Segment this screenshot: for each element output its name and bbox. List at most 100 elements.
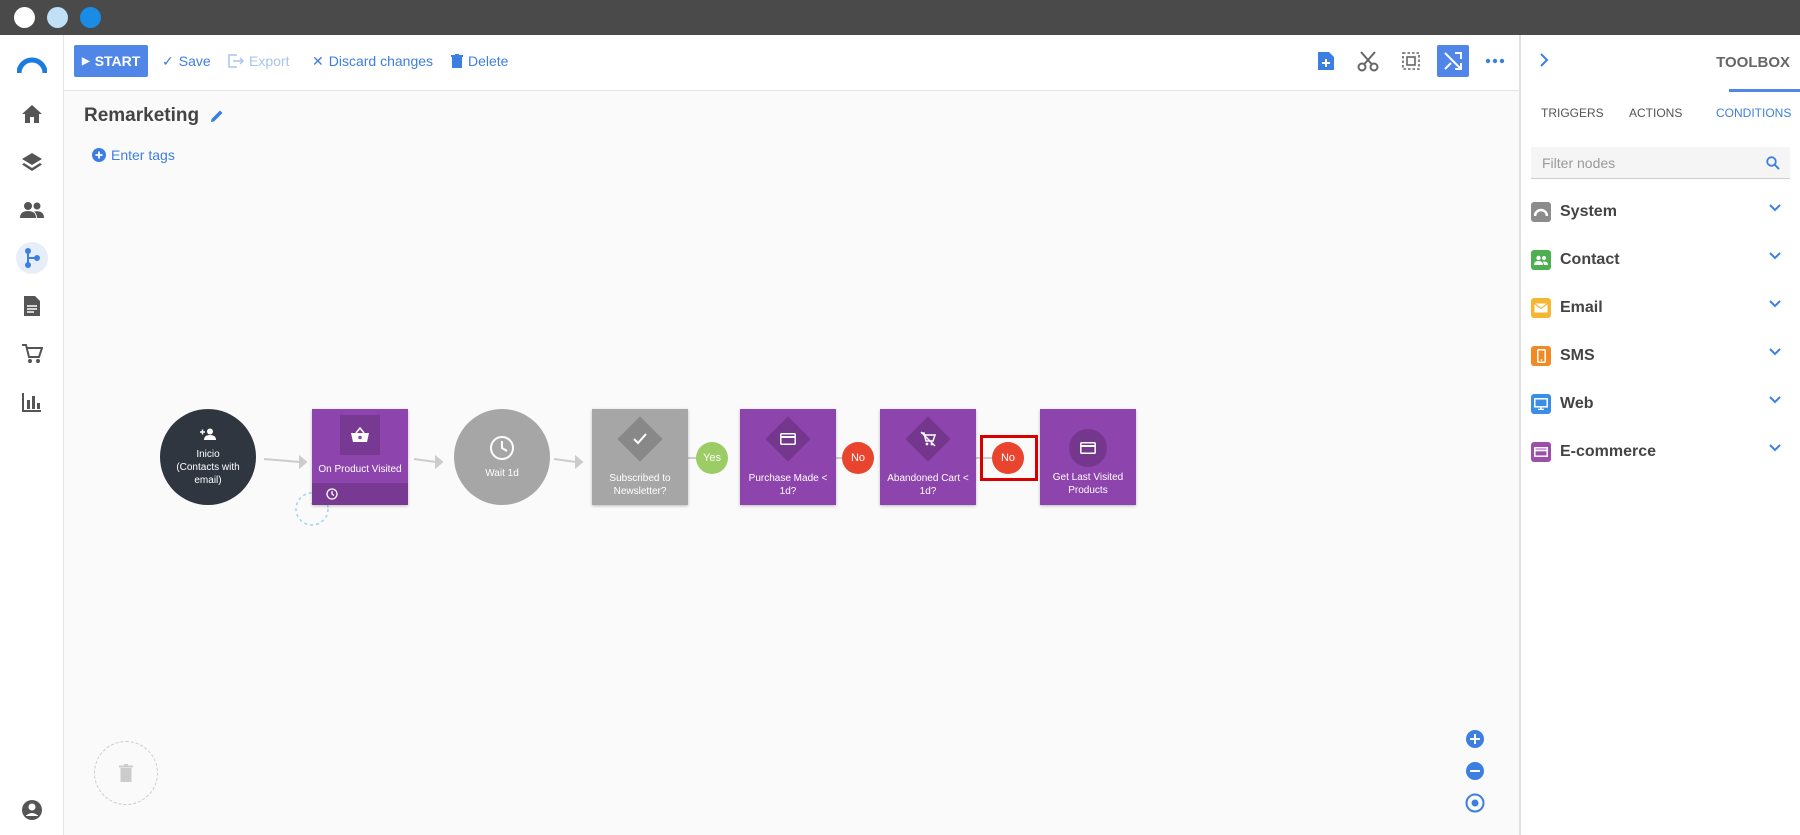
delete-label: Delete [468, 53, 509, 69]
filter-placeholder: Filter nodes [1542, 154, 1616, 171]
subscribed-node-label: Subscribed to Newsletter? [609, 473, 671, 497]
yes-text: Yes [703, 452, 721, 464]
no-branch-label-2[interactable]: No [992, 442, 1024, 474]
add-note-icon[interactable] [1310, 45, 1342, 77]
flows-icon[interactable] [16, 242, 48, 274]
clock-icon [490, 435, 514, 460]
wait-node[interactable]: Wait 1d [454, 409, 550, 505]
wait-node-label: Wait 1d [485, 467, 519, 479]
remove-cart-icon [905, 416, 951, 462]
yes-branch-label[interactable]: Yes [696, 442, 728, 474]
abandoned-cart-node[interactable]: Abandoned Cart < 1d? [880, 409, 976, 505]
layers-icon[interactable] [16, 146, 48, 178]
discard-label: Discard changes [328, 53, 434, 69]
monitor-icon [1531, 394, 1551, 414]
shuffle-layout-icon[interactable] [1437, 45, 1469, 77]
contact-icon [1531, 250, 1551, 270]
analytics-icon[interactable] [16, 386, 48, 418]
toolbox-title: TOOLBOX [1716, 54, 1790, 71]
trash-icon [451, 54, 463, 68]
document-icon[interactable] [16, 290, 48, 322]
start-label: START [94, 53, 141, 69]
purchase-node-label: Purchase Made < 1d? [748, 473, 828, 497]
category-label: System [1560, 203, 1617, 220]
tab-actions[interactable]: ACTIONS [1629, 106, 1682, 120]
credit-card-icon [1531, 442, 1551, 462]
category-email[interactable]: Email [1531, 293, 1790, 323]
flow-canvas[interactable]: Remarketing Enter tags Inicio (Contacts … [64, 91, 1519, 835]
category-web[interactable]: Web [1531, 389, 1790, 419]
email-icon [1531, 298, 1551, 318]
category-label: SMS [1560, 347, 1595, 364]
tab-conditions[interactable]: CONDITIONS [1716, 106, 1791, 120]
category-contact[interactable]: Contact [1531, 245, 1790, 275]
subscribed-newsletter-node[interactable]: Subscribed to Newsletter? [592, 409, 688, 505]
more-options-icon[interactable] [1479, 45, 1511, 77]
toolbox-panel: TOOLBOX TRIGGERS ACTIONS CONDITIONS Filt… [1519, 35, 1800, 835]
chevron-down-icon [1769, 444, 1781, 452]
zoom-out-icon[interactable] [1465, 761, 1485, 781]
delete-button[interactable]: Delete [451, 45, 508, 77]
scissors-icon[interactable] [1352, 45, 1384, 77]
credit-card-icon [1069, 429, 1107, 467]
export-button[interactable]: Export [228, 45, 289, 77]
filter-nodes-input[interactable]: Filter nodes [1531, 147, 1790, 179]
no-branch-label-1[interactable]: No [842, 442, 874, 474]
no-text-2: No [1000, 452, 1016, 464]
check-icon [617, 416, 663, 462]
discard-changes-button[interactable]: ✕ Discard changes [312, 45, 433, 77]
tab-triggers[interactable]: TRIGGERS [1541, 106, 1604, 120]
chevron-down-icon [1769, 204, 1781, 212]
start-node-label: Inicio (Contacts with email) [176, 448, 240, 486]
chevron-down-icon [1769, 300, 1781, 308]
left-nav-rail [0, 35, 64, 835]
on-product-visited-label: On Product Visited [318, 464, 402, 475]
category-system[interactable]: System [1531, 197, 1790, 227]
system-icon [1531, 202, 1551, 222]
window-minimize-dot[interactable] [47, 7, 68, 28]
trash-icon [119, 764, 133, 782]
collapse-panel-icon[interactable] [1539, 53, 1549, 67]
center-view-icon[interactable] [1465, 793, 1485, 813]
cart-icon[interactable] [16, 338, 48, 370]
zoom-in-icon[interactable] [1465, 729, 1485, 749]
no-text-1: No [850, 452, 866, 464]
category-label: Web [1560, 395, 1594, 412]
editor-toolbar: ▶ START ✓ Save Export ✕ Discard changes … [64, 35, 1519, 91]
category-label: E-commerce [1560, 443, 1657, 460]
get-last-visited-node[interactable]: Get Last Visited Products [1040, 409, 1136, 505]
category-label: Email [1560, 299, 1603, 316]
check-icon: ✓ [162, 52, 174, 69]
play-icon: ▶ [82, 55, 90, 67]
close-icon: ✕ [312, 52, 324, 69]
save-label: Save [178, 53, 211, 69]
export-label: Export [249, 53, 290, 69]
window-maximize-dot[interactable] [80, 7, 101, 28]
app-logo-icon[interactable] [16, 49, 48, 81]
trash-drop-zone[interactable] [94, 741, 158, 805]
account-icon[interactable] [16, 794, 48, 826]
last-visited-node-label: Get Last Visited Products [1052, 472, 1124, 496]
save-button[interactable]: ✓ Save [162, 45, 211, 77]
start-button[interactable]: ▶ START [74, 45, 149, 77]
credit-card-icon [765, 416, 811, 462]
select-area-icon[interactable] [1395, 45, 1427, 77]
on-product-visited-node[interactable]: On Product Visited [312, 409, 408, 505]
clock-icon [326, 488, 338, 500]
active-tab-indicator [1729, 89, 1800, 92]
category-ecommerce[interactable]: E-commerce [1531, 437, 1790, 467]
home-icon[interactable] [16, 98, 48, 130]
start-node[interactable]: Inicio (Contacts with email) [160, 409, 256, 505]
window-titlebar [0, 0, 1800, 35]
purchase-made-node[interactable]: Purchase Made < 1d? [740, 409, 836, 505]
chevron-down-icon [1769, 252, 1781, 260]
phone-icon [1531, 346, 1551, 366]
abandoned-node-label: Abandoned Cart < 1d? [887, 473, 969, 497]
window-close-dot[interactable] [14, 7, 35, 28]
contacts-icon[interactable] [16, 194, 48, 226]
chevron-down-icon [1769, 396, 1781, 404]
search-icon [1766, 156, 1780, 170]
category-label: Contact [1560, 251, 1620, 268]
chevron-down-icon [1769, 348, 1781, 356]
category-sms[interactable]: SMS [1531, 341, 1790, 371]
